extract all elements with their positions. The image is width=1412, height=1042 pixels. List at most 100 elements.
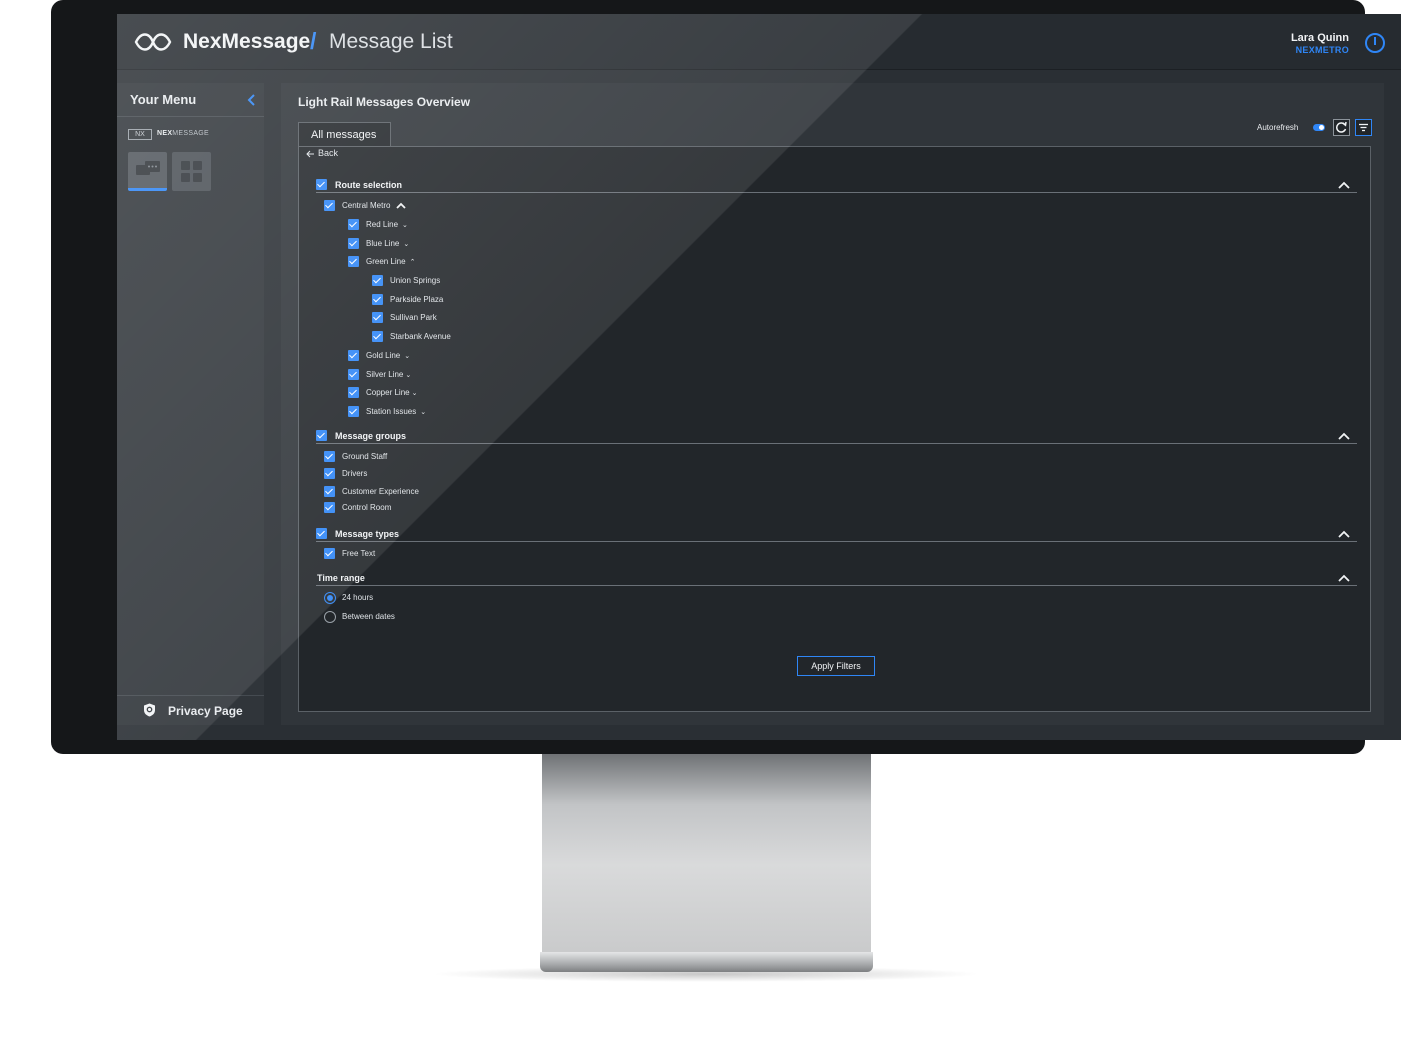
chevron-down-icon[interactable]: ⌄ (405, 371, 411, 379)
tab-all-messages[interactable]: All messages (298, 122, 391, 146)
user-organization: NEXMETRO (1295, 45, 1349, 55)
section-label: Route selection (335, 180, 403, 190)
chevron-down-icon[interactable]: ⌄ (402, 221, 408, 229)
user-name[interactable]: Lara Quinn (1291, 32, 1349, 44)
chevron-up-icon[interactable] (396, 202, 406, 210)
filter-icon (1359, 123, 1368, 132)
chevron-up-icon[interactable] (1338, 530, 1350, 538)
station-checkbox[interactable] (372, 331, 383, 342)
autorefresh-toggle[interactable] (1313, 124, 1325, 131)
page-title: Message List (329, 30, 453, 53)
monitor-bezel: NexMessage / Message List Lara Quinn NEX… (51, 0, 1401, 754)
filter-panel: Back Route selection Central Metro Red L… (298, 146, 1371, 712)
list-item-label: Customer Experience (342, 487, 419, 496)
tree-item-label: Union Springs (390, 276, 441, 285)
station-checkbox[interactable] (372, 294, 383, 305)
line-checkbox[interactable] (348, 406, 359, 417)
radio-label: Between dates (342, 612, 395, 621)
section-time-range[interactable]: Time range (316, 572, 1357, 586)
tree-item-label: Green Line (366, 257, 406, 266)
refresh-button[interactable] (1333, 119, 1350, 136)
nexmessage-logo-icon (134, 33, 172, 51)
radio-button[interactable] (324, 611, 336, 623)
radio-label: 24 hours (342, 593, 374, 602)
sidebar: Your Menu NX NEXMESSAGE Privacy Page (117, 83, 264, 725)
section-message-groups[interactable]: Message groups (316, 430, 1357, 444)
arrow-left-icon[interactable] (306, 150, 314, 158)
tree-item-label: Gold Line (366, 351, 401, 360)
message-types-checkbox[interactable] (316, 528, 327, 539)
line-checkbox[interactable] (348, 387, 359, 398)
app-header: NexMessage / Message List Lara Quinn NEX… (117, 14, 1401, 70)
line-checkbox[interactable] (348, 256, 359, 267)
list-item-label: Free Text (342, 549, 376, 558)
chevron-down-icon[interactable]: ⌄ (412, 389, 418, 397)
tree-item-label: Central Metro (342, 201, 391, 210)
sidebar-divider (117, 116, 264, 117)
network-checkbox[interactable] (324, 200, 335, 211)
sidebar-item-messages[interactable] (128, 152, 167, 191)
back-link[interactable]: Back (318, 148, 338, 158)
app-name: NexMessage (183, 30, 311, 53)
chevron-up-icon[interactable] (1338, 574, 1350, 582)
brand-name: NEXMESSAGE (157, 130, 209, 137)
tree-item-label: Blue Line (366, 239, 400, 248)
chevron-up-icon[interactable] (1338, 181, 1350, 189)
type-checkbox[interactable] (324, 548, 335, 559)
tree-item-label: Parkside Plaza (390, 295, 444, 304)
sidebar-item-dashboard[interactable] (172, 152, 211, 191)
power-icon[interactable] (1365, 33, 1385, 53)
apply-filters-button[interactable]: Apply Filters (797, 656, 875, 676)
group-checkbox[interactable] (324, 486, 335, 497)
main-panel: Light Rail Messages Overview All message… (281, 83, 1384, 725)
station-checkbox[interactable] (372, 312, 383, 323)
refresh-icon (1336, 121, 1347, 133)
chevron-down-icon[interactable]: ⌄ (403, 240, 409, 248)
chevron-up-icon[interactable] (1338, 432, 1350, 440)
privacy-page-link[interactable]: Privacy Page (168, 704, 243, 718)
chevron-down-icon[interactable]: ⌄ (420, 408, 426, 416)
autorefresh-label: Autorefresh (1257, 123, 1299, 132)
message-groups-checkbox[interactable] (316, 430, 327, 441)
tree-item-label: Copper Line (366, 388, 410, 397)
group-checkbox[interactable] (324, 451, 335, 462)
panel-title: Light Rail Messages Overview (298, 95, 471, 109)
monitor-stand-base (540, 952, 873, 972)
station-checkbox[interactable] (372, 275, 383, 286)
tree-item-label: Silver Line (366, 370, 404, 379)
chevron-down-icon[interactable]: ⌄ (404, 352, 410, 360)
brand-suffix: MESSAGE (172, 130, 210, 137)
dashboard-grid-icon (181, 161, 202, 182)
brand-prefix: NEX (157, 130, 173, 137)
messages-icon (136, 161, 160, 175)
tree-item-label: Sullivan Park (390, 313, 437, 322)
shield-icon (144, 703, 155, 717)
section-label: Message groups (335, 431, 407, 441)
group-checkbox[interactable] (324, 468, 335, 479)
section-message-types[interactable]: Message types (316, 528, 1357, 542)
line-checkbox[interactable] (348, 219, 359, 230)
breadcrumb-separator: / (310, 28, 317, 54)
line-checkbox[interactable] (348, 238, 359, 249)
screen: NexMessage / Message List Lara Quinn NEX… (117, 14, 1401, 740)
chevron-up-icon[interactable]: ⌃ (410, 258, 416, 266)
line-checkbox[interactable] (348, 369, 359, 380)
monitor-stand-neck (542, 754, 871, 956)
route-selection-checkbox[interactable] (316, 179, 327, 190)
list-item-label: Ground Staff (342, 452, 388, 461)
radio-button-selected[interactable] (324, 592, 336, 604)
section-route-selection[interactable]: Route selection (316, 179, 1357, 193)
sidebar-footer-divider (117, 695, 264, 696)
section-label: Time range (317, 573, 365, 583)
tree-item-label: Station Issues (366, 407, 417, 416)
sidebar-title: Your Menu (130, 92, 197, 107)
group-checkbox[interactable] (324, 502, 335, 513)
section-label: Message types (335, 529, 400, 539)
brand-badge: NX (128, 129, 152, 140)
tree-item-label: Red Line (366, 220, 399, 229)
list-item-label: Drivers (342, 469, 368, 478)
tree-item-label: Starbank Avenue (390, 332, 451, 341)
filter-button[interactable] (1355, 119, 1372, 136)
chevron-left-icon[interactable] (245, 93, 259, 107)
line-checkbox[interactable] (348, 350, 359, 361)
